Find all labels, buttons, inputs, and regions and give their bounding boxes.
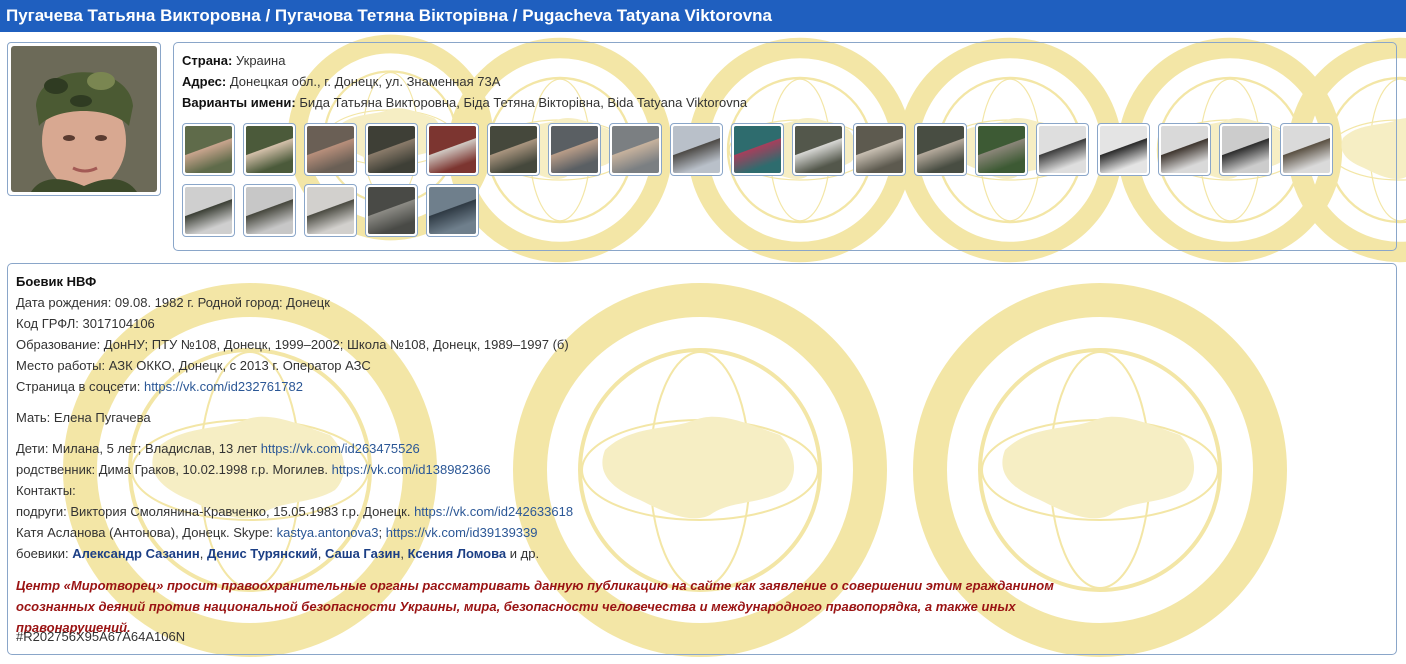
photo-thumbnail[interactable] (609, 123, 662, 176)
social-link[interactable]: https://vk.com/id232761782 (144, 379, 303, 394)
fighters-tail: и др. (506, 546, 540, 561)
photo-image (185, 187, 232, 234)
photo-thumbnail[interactable] (304, 123, 357, 176)
photo-image (612, 126, 659, 173)
info-panel: Страна: Украина Адрес: Донецкая обл., г.… (173, 42, 1397, 251)
photo-thumbnail[interactable] (243, 123, 296, 176)
relative-link[interactable]: https://vk.com/id138982366 (332, 462, 491, 477)
photo-thumbnail[interactable] (792, 123, 845, 176)
photo-image (368, 187, 415, 234)
photo-image (429, 187, 476, 234)
photo-image (246, 187, 293, 234)
detail-panel: Боевик НВФ Дата рождения: 09.08. 1982 г.… (7, 263, 1397, 655)
photo-thumbnail[interactable] (426, 123, 479, 176)
friend2-skype[interactable]: kastya.antonova3 (277, 525, 379, 540)
address-row: Адрес: Донецкая обл., г. Донецк, ул. Зна… (182, 74, 500, 89)
photo-image (917, 126, 964, 173)
fighters-separator: , (317, 546, 325, 561)
relative-label: родственник: Дима Граков, 10.02.1998 г.р… (16, 462, 332, 477)
photo-image (856, 126, 903, 173)
photo-thumbnail[interactable] (182, 184, 235, 237)
address-label: Адрес: (182, 74, 227, 89)
fighters-label: боевики: (16, 546, 73, 561)
photo-thumbnail[interactable] (548, 123, 601, 176)
avatar-frame[interactable] (7, 42, 161, 196)
children-row: Дети: Милана, 5 лет; Владислав, 13 лет h… (16, 441, 420, 456)
country-value: Украина (235, 53, 286, 68)
photo-image (307, 187, 354, 234)
friend1-row: подруги: Виктория Смолянина-Кравченко, 1… (16, 504, 573, 519)
photo-image (246, 126, 293, 173)
photo-thumbnail[interactable] (670, 123, 723, 176)
friend2-row: Катя Асланова (Антонова), Донецк. Skype:… (16, 525, 538, 540)
photo-thumbnail[interactable] (1036, 123, 1089, 176)
photo-image (795, 126, 842, 173)
photo-image (551, 126, 598, 173)
photo-thumbnail[interactable] (1097, 123, 1150, 176)
friend2-label: Катя Асланова (Антонова), Донецк. Skype: (16, 525, 277, 540)
photo-thumbnail[interactable] (426, 184, 479, 237)
friend1-link[interactable]: https://vk.com/id242633618 (414, 504, 573, 519)
photo-image (978, 126, 1025, 173)
friend2-separator: ; (378, 525, 386, 540)
photo-thumbnail[interactable] (731, 123, 784, 176)
friend2-link[interactable]: https://vk.com/id39139339 (386, 525, 538, 540)
photo-thumbnail[interactable] (1158, 123, 1211, 176)
photo-thumbnail[interactable] (1219, 123, 1272, 176)
tax-code: Код ГРФЛ: 3017104106 (16, 316, 155, 331)
education: Образование: ДонНУ; ПТУ №108, Донецк, 19… (16, 337, 569, 352)
social-label: Страница в соцсети: (16, 379, 144, 394)
fighters-row: боевики: Александр Сазанин, Денис Турянс… (16, 546, 539, 561)
photo-image (429, 126, 476, 173)
photo-image (1283, 126, 1330, 173)
photo-thumbnail[interactable] (975, 123, 1028, 176)
country-label: Страна: (182, 53, 233, 68)
photo-thumbnail[interactable] (914, 123, 967, 176)
birth-info: Дата рождения: 09.08. 1982 г. Родной гор… (16, 295, 330, 310)
photo-image (1100, 126, 1147, 173)
photo-thumbnail[interactable] (182, 123, 235, 176)
title-bar: Пугачева Татьяна Викторовна / Пугачова Т… (0, 0, 1406, 32)
address-value: Донецкая обл., г. Донецк, ул. Знаменная … (229, 74, 501, 89)
photo-thumbnail[interactable] (853, 123, 906, 176)
photo-image (1039, 126, 1086, 173)
photo-image (1161, 126, 1208, 173)
friend1-label: подруги: Виктория Смолянина-Кравченко, 1… (16, 504, 415, 519)
photo-thumbnail[interactable] (365, 123, 418, 176)
name-variants-value: Бида Татьяна Викторовна, Біда Тетяна Вік… (299, 95, 748, 110)
photo-image (1222, 126, 1269, 173)
mother: Мать: Елена Пугачева (16, 410, 151, 425)
photo-thumbnail[interactable] (243, 184, 296, 237)
page-title: Пугачева Татьяна Викторовна / Пугачова Т… (6, 6, 772, 25)
photo-thumbnail[interactable] (487, 123, 540, 176)
country-row: Страна: Украина (182, 53, 285, 68)
photo-image (185, 126, 232, 173)
photo-image (673, 126, 720, 173)
social-row: Страница в соцсети: https://vk.com/id232… (16, 379, 303, 394)
contacts-label: Контакты: (16, 483, 76, 498)
fighters-separator: , (199, 546, 207, 561)
relative-row: родственник: Дима Граков, 10.02.1998 г.р… (16, 462, 491, 477)
photo-thumbnail[interactable] (1280, 123, 1333, 176)
fighter-link[interactable]: Саша Газин (325, 546, 400, 561)
photo-image (734, 126, 781, 173)
children-link[interactable]: https://vk.com/id263475526 (261, 441, 420, 456)
work-place: Место работы: АЗК ОККО, Донецк, с 2013 г… (16, 358, 371, 373)
fighters-separator: , (400, 546, 408, 561)
category-heading: Боевик НВФ (16, 274, 97, 289)
name-variants-label: Варианты имени: (182, 95, 296, 110)
photo-image (307, 126, 354, 173)
photo-image (490, 126, 537, 173)
avatar[interactable] (11, 46, 157, 192)
photo-thumbnail[interactable] (365, 184, 418, 237)
photo-image (368, 126, 415, 173)
fighter-link[interactable]: Денис Турянский (207, 546, 318, 561)
photo-thumbnail[interactable] (304, 184, 357, 237)
fighter-link[interactable]: Ксения Ломова (408, 546, 507, 561)
fighter-link[interactable]: Александр Сазанин (72, 546, 199, 561)
record-id: #R202756X95A67A64A106N (16, 629, 186, 644)
name-variants-row: Варианты имени: Бида Татьяна Викторовна,… (182, 95, 747, 110)
children-label: Дети: Милана, 5 лет; Владислав, 13 лет (16, 441, 261, 456)
